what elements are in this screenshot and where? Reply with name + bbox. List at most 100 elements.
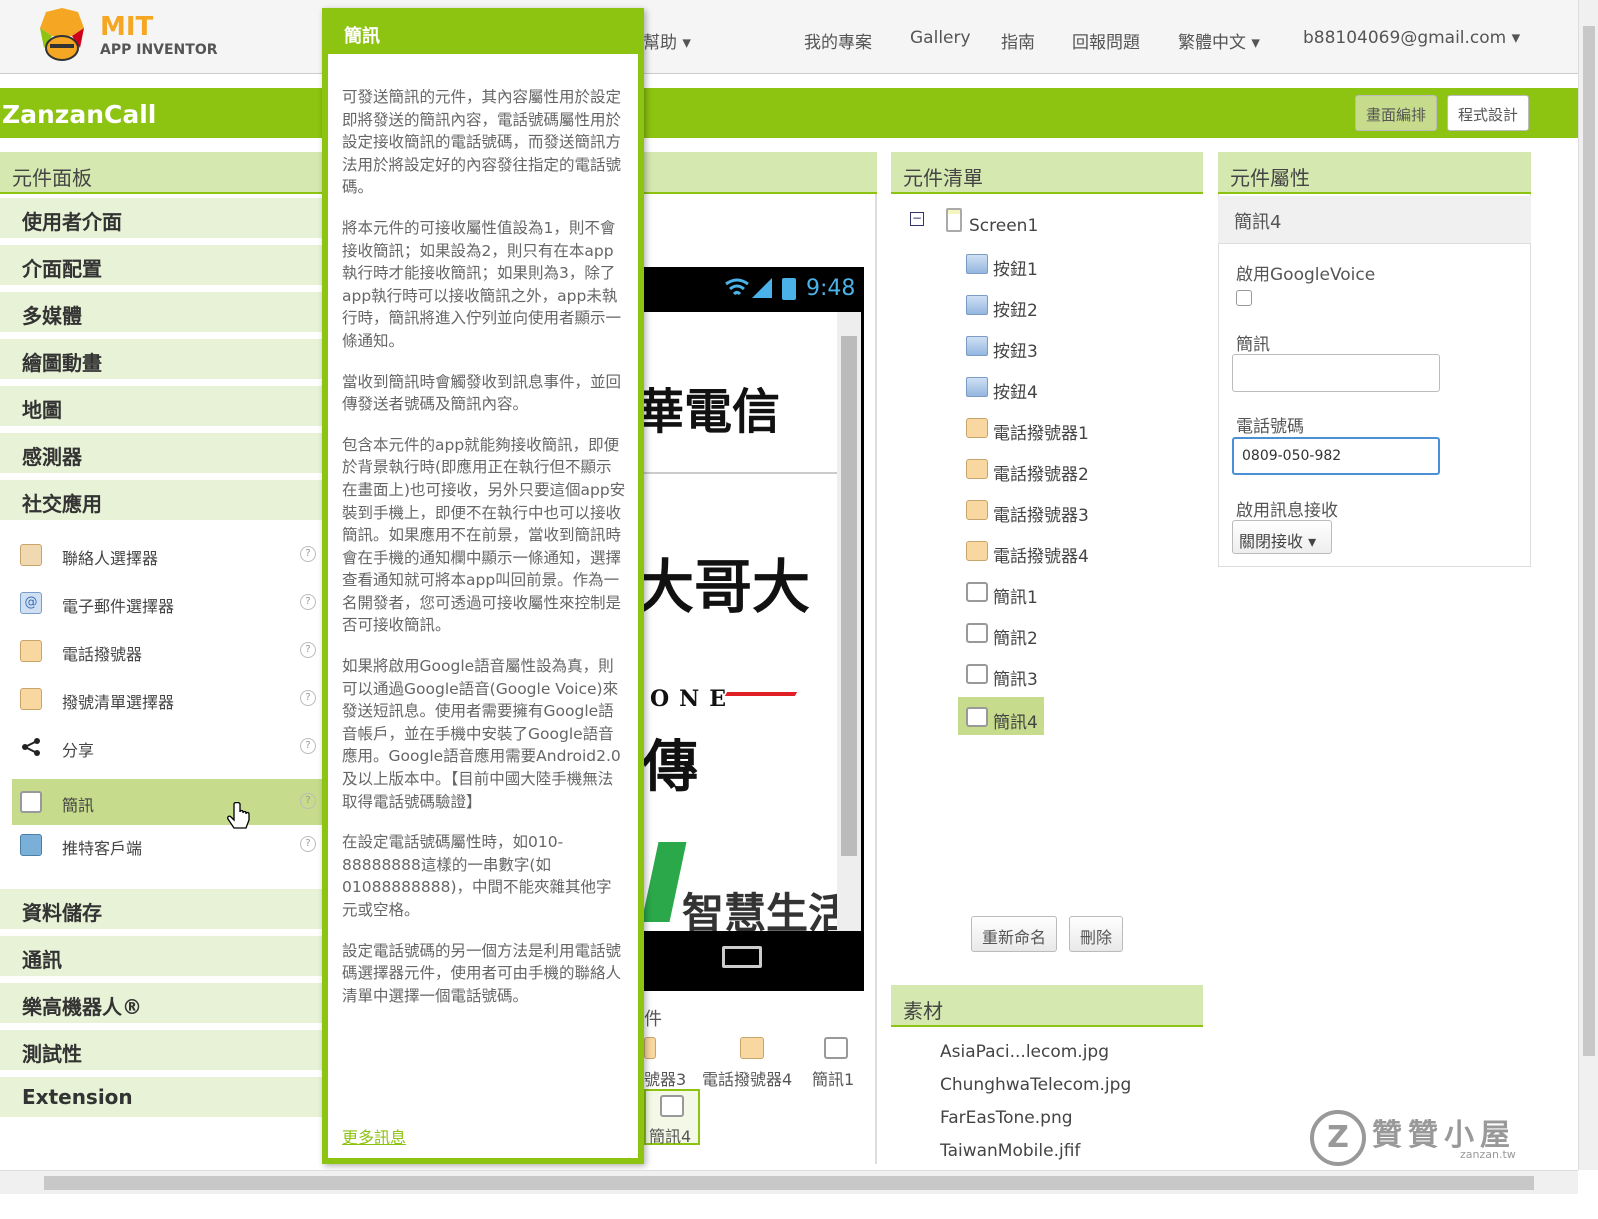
asiapacific-logo-mark: [644, 842, 687, 922]
nonvisible-title: 件: [644, 1009, 662, 1030]
category-drawing[interactable]: 繪圖動畫: [0, 339, 328, 381]
vertical-scrollbar-thumb[interactable]: [1583, 26, 1595, 1056]
help-icon[interactable]: ?: [300, 738, 316, 754]
nonvisible-phonecall3[interactable]: 號器3: [644, 1066, 686, 1090]
viewer-header: [644, 152, 877, 194]
category-media[interactable]: 多媒體: [0, 292, 328, 334]
phone-number-field[interactable]: [1232, 437, 1440, 475]
sms-icon: [966, 707, 988, 727]
horizontal-scrollbar[interactable]: [0, 1170, 1578, 1194]
palette-title: 元件面板: [0, 152, 328, 194]
battery-icon: [782, 278, 796, 300]
nav-language[interactable]: 繁體中文 ▾: [1178, 28, 1260, 53]
google-voice-checkbox[interactable]: [1236, 290, 1252, 306]
category-storage[interactable]: 資料儲存: [0, 889, 328, 931]
sms-icon: [824, 1037, 848, 1059]
divider: [644, 472, 837, 474]
category-social[interactable]: 社交應用: [0, 480, 328, 522]
nonvisible-texting1[interactable]: 簡訊1: [812, 1066, 854, 1090]
screen-icon: [946, 208, 962, 232]
phone-screen: 華電信 大哥大 ONE 傳 智慧生活: [644, 312, 837, 931]
nav-guide[interactable]: 指南: [1001, 28, 1035, 53]
asset-file[interactable]: TaiwanMobile.jfif: [940, 1141, 1080, 1161]
button-icon: [966, 295, 988, 315]
category-experimental[interactable]: 測試性: [0, 1030, 328, 1072]
phone-icon: [740, 1037, 764, 1059]
popup-paragraph: 設定電話號碼的另一個方法是利用電話號碼選擇器元件，使用者可由手機的聯絡人清單中選…: [342, 941, 622, 1005]
help-icon[interactable]: ?: [300, 836, 316, 852]
palette-item-texting[interactable]: 簡訊?: [12, 779, 328, 825]
horizontal-scrollbar-thumb[interactable]: [44, 1176, 1534, 1190]
nav-account[interactable]: b88104069@gmail.com ▾: [1303, 28, 1520, 48]
category-layout[interactable]: 介面配置: [0, 245, 328, 287]
palette-item-twitter[interactable]: 推特客戶端?: [12, 822, 328, 868]
rename-button[interactable]: 重新命名: [971, 916, 1058, 952]
help-popup: 簡訊 可發送簡訊的元件，其內容屬性用於設定即將發送的簡訊內容，電話號碼屬性用於設…: [322, 8, 644, 1164]
palette-item-email-picker[interactable]: @ 電子郵件選擇器?: [12, 580, 328, 626]
receiving-select[interactable]: 關閉接收 ▾: [1232, 520, 1332, 554]
designer-button[interactable]: 畫面編排: [1355, 95, 1438, 131]
nonvisible-phonecall4[interactable]: 電話撥號器4: [702, 1066, 792, 1090]
phone-picker-icon: [20, 688, 42, 710]
help-icon[interactable]: ?: [300, 594, 316, 610]
recent-apps-icon[interactable]: [722, 946, 762, 968]
page-bottom: [0, 1194, 1598, 1219]
palette-item-phone-call[interactable]: 電話撥號器?: [12, 628, 328, 674]
category-maps[interactable]: 地圖: [0, 386, 328, 428]
popup-paragraph: 包含本元件的app就能夠接收簡訊，即便於背景執行時(即應用正在執行但不顯示在畫面…: [342, 435, 626, 635]
popup-title: 簡訊: [328, 14, 638, 54]
popup-paragraph: 將本元件的可接收屬性值設為1，則不會接收簡訊；如果設為2，則只有在本app執行時…: [342, 218, 622, 350]
collapse-icon[interactable]: −: [910, 212, 924, 226]
help-icon[interactable]: ?: [300, 546, 316, 562]
assets-title: 素材: [891, 985, 1203, 1027]
asset-file[interactable]: AsiaPaci...lecom.jpg: [940, 1042, 1109, 1062]
sms-icon: [660, 1095, 684, 1117]
popup-paragraph: 如果將啟用Google語音屬性設為真，則可以通過Google語音(Google …: [342, 657, 621, 811]
asset-file[interactable]: FarEasTone.png: [940, 1108, 1073, 1128]
help-icon[interactable]: ?: [300, 642, 316, 658]
taiwanmobile-logo-text: 大哥大: [644, 553, 811, 621]
category-extension[interactable]: Extension: [0, 1077, 328, 1119]
phone-icon: [966, 459, 988, 479]
message-field[interactable]: [1232, 354, 1440, 392]
twitter-icon: [20, 834, 42, 856]
asset-file[interactable]: ChunghwaTelecom.jpg: [940, 1075, 1131, 1095]
phone-scrollbar-thumb[interactable]: [841, 336, 857, 856]
wifi-signal-icon: [725, 278, 772, 298]
more-info-link[interactable]: 更多訊息: [342, 1124, 406, 1148]
asiapacific-logo-text: 智慧生活: [682, 889, 837, 931]
sms-icon: [966, 664, 988, 684]
palette-item-sharing[interactable]: 分享?: [12, 724, 328, 770]
nav-report[interactable]: 回報問題: [1072, 28, 1140, 53]
fareastone-logo-text: ONE: [650, 686, 737, 712]
palette-item-contact-picker[interactable]: 聯絡人選擇器?: [12, 532, 328, 578]
nonvisible-texting4-label: 簡訊4: [649, 1127, 692, 1146]
popup-paragraph: 可發送簡訊的元件，其內容屬性用於設定即將發送的簡訊內容，電話號碼屬性用於設定接收…: [342, 88, 622, 197]
receiving-label: 啟用訊息接收: [1236, 501, 1338, 521]
category-lego[interactable]: 樂高機器人®: [0, 983, 328, 1025]
sms-icon: [966, 623, 988, 643]
help-icon[interactable]: ?: [300, 793, 316, 809]
nav-help[interactable]: 幫助 ▾: [643, 28, 691, 53]
help-icon[interactable]: ?: [300, 690, 316, 706]
palette-item-phone-number-picker[interactable]: 撥號清單選擇器?: [12, 676, 328, 722]
popup-paragraph: 當收到簡訊時會觸發收到訊息事件，並回傳發送者號碼及簡訊內容。: [342, 372, 622, 414]
email-icon: @: [20, 592, 42, 614]
project-bar: [0, 88, 1578, 138]
project-name: ZanzanCall: [2, 100, 157, 129]
phone-number-label: 電話號碼: [1236, 417, 1304, 437]
nav-my-projects[interactable]: 我的專案: [804, 28, 872, 53]
delete-button[interactable]: 刪除: [1069, 916, 1124, 952]
category-user-interface[interactable]: 使用者介面: [0, 198, 328, 240]
category-sensors[interactable]: 感測器: [0, 433, 328, 475]
logo-app-inventor-text: APP INVENTOR: [100, 42, 218, 58]
phone-scrollbar[interactable]: [837, 312, 861, 931]
vertical-scrollbar[interactable]: [1578, 0, 1598, 1170]
share-icon: [22, 738, 40, 756]
component-screen1[interactable]: Screen1: [969, 216, 1038, 236]
nonvisible-texting4-selected[interactable]: 簡訊4: [644, 1089, 700, 1146]
nav-gallery[interactable]: Gallery: [910, 28, 971, 48]
app-inventor-logo-icon[interactable]: [32, 8, 92, 64]
blocks-button[interactable]: 程式設計: [1447, 95, 1530, 131]
category-connectivity[interactable]: 通訊: [0, 936, 328, 978]
